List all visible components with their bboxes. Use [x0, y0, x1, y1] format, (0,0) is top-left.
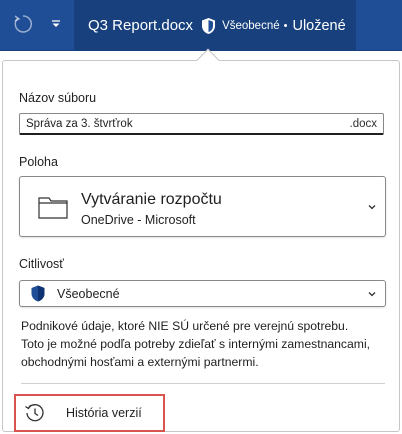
shield-icon — [201, 16, 217, 36]
location-picker[interactable]: Vytváranie rozpočtu OneDrive - Microsoft — [19, 176, 386, 237]
file-name-value[interactable]: Správa za 3. štvrťrok — [26, 118, 350, 130]
sensitivity-description: Podnikové údaje, ktoré NIE SÚ určené pre… — [21, 319, 371, 369]
file-extension: .docx — [349, 117, 378, 130]
document-title[interactable]: Q3 Report.docx — [88, 17, 193, 34]
divider — [21, 383, 385, 384]
undo-icon — [14, 15, 32, 33]
sensitivity-label: Citlivosť — [19, 257, 64, 271]
quick-access-dropdown[interactable] — [47, 14, 65, 34]
location-folder: Vytváranie rozpočtu — [81, 191, 222, 208]
sensitivity-dropdown[interactable]: Všeobecné — [19, 280, 386, 307]
document-title-area[interactable]: Q3 Report.docx Všeobecné • Uložené — [74, 0, 356, 51]
separator: • — [283, 19, 288, 32]
version-history-button[interactable]: História verzií — [14, 394, 165, 432]
location-service: OneDrive - Microsoft — [81, 213, 196, 227]
save-status: Uložené — [292, 17, 346, 34]
file-name-label: Názov súboru — [19, 91, 97, 105]
sensitivity-chip[interactable]: Všeobecné — [222, 20, 280, 32]
shield-icon — [31, 285, 45, 303]
file-name-field[interactable]: Správa za 3. štvrťrok .docx — [19, 113, 384, 135]
sensitivity-value: Všeobecné — [57, 286, 120, 301]
title-bar: Q3 Report.docx Všeobecné • Uložené — [0, 0, 402, 51]
folder-icon — [38, 197, 68, 219]
history-icon — [24, 402, 46, 424]
version-history-label: História verzií — [66, 406, 142, 420]
location-label: Poloha — [19, 155, 58, 169]
undo-button[interactable] — [8, 9, 38, 39]
chevron-down-icon — [368, 292, 376, 297]
chevron-down-icon — [368, 205, 376, 210]
chevron-down-icon — [52, 20, 60, 27]
